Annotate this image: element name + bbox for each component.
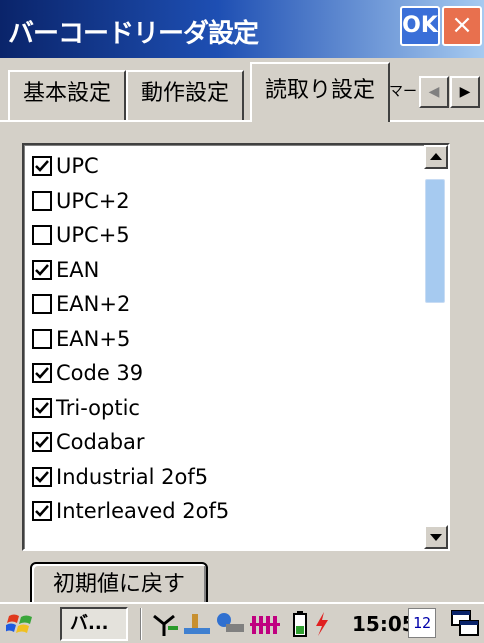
tab-operation-settings[interactable]: 動作設定 [126,70,244,120]
tray-separator [140,608,142,640]
tab-scroll-control: マー ◀ ▶ [389,72,483,112]
list-item[interactable]: UPC+5 [32,218,130,252]
sync-icon[interactable] [214,610,246,638]
list-item-label: EAN [56,257,100,282]
list-item[interactable]: EAN+2 [32,287,130,321]
window-switch-icon[interactable] [450,608,480,638]
ok-button[interactable]: OK [400,6,440,46]
close-button[interactable]: × [442,6,482,46]
tab-basic-settings[interactable]: 基本設定 [8,70,126,120]
network-icon[interactable] [182,610,212,638]
list-item-label: EAN+5 [56,326,131,351]
window-title: バーコードリーダ設定 [8,19,259,49]
title-bar: バーコードリーダ設定 OK × [0,0,484,58]
checkbox-checked[interactable] [32,501,52,521]
checkbox-unchecked[interactable] [32,294,52,314]
taskbar: バ... 15:05 12 [0,602,484,643]
symbology-list[interactable]: UPC UPC+2 UPC+5 EAN EAN+2 EAN+5 Code 39 Tri-opt… [22,143,450,551]
list-item[interactable]: EAN+5 [32,322,130,356]
antenna-icon[interactable] [150,610,180,638]
list-item-label: EAN+2 [56,292,131,316]
list-item[interactable]: Tri-optic [32,391,140,425]
scroll-down-icon[interactable] [424,525,448,549]
list-item-label: Codabar [56,430,145,454]
scroll-up-icon[interactable] [424,145,448,169]
list-item-label: Code 39 [56,361,144,385]
clock[interactable]: 15:05 [352,612,416,636]
task-button-barcode[interactable]: バ... [60,607,128,641]
list-item[interactable]: EAN [32,253,99,287]
tab-scroll-right-icon[interactable]: ▶ [450,76,480,108]
checkbox-checked[interactable] [32,466,52,487]
list-item[interactable]: Code 39 [32,356,143,390]
windows-start-icon[interactable] [6,608,36,638]
signal-bars-icon[interactable] [250,610,284,638]
checkbox-checked[interactable] [32,432,52,452]
checkbox-checked[interactable] [32,259,52,280]
tab-strip: 基本設定 動作設定 読取り設定 マー ◀ ▶ [0,58,484,122]
tab-read-settings[interactable]: 読取り設定 [250,62,390,122]
panel-divider [0,120,484,122]
tab-scroll-left-icon[interactable]: ◀ [419,76,449,108]
checkbox-checked[interactable] [32,363,52,383]
list-item[interactable]: Industrial 2of5 [32,460,208,494]
checkbox-unchecked[interactable] [32,328,52,349]
tab-overflow-peek[interactable]: マー [389,72,417,112]
list-item[interactable]: Codabar [32,425,145,459]
checkbox-checked[interactable] [32,397,52,418]
checkbox-unchecked[interactable] [32,190,52,211]
list-item-label: Tri-optic [56,395,140,420]
calendar-icon[interactable]: 12 [408,608,436,638]
scroll-thumb[interactable] [425,179,445,303]
checkbox-unchecked[interactable] [32,225,52,245]
list-item-label: UPC+5 [56,223,130,247]
checkbox-checked[interactable] [32,156,52,176]
list-scrollbar[interactable] [424,145,448,549]
list-item-label: Interleaved 2of5 [56,499,230,523]
battery-icon[interactable] [290,610,312,638]
charging-bolt-icon[interactable] [312,610,332,638]
list-item[interactable]: UPC+2 [32,184,130,218]
list-item[interactable]: UPC [32,149,99,183]
list-item-label: Industrial 2of5 [56,464,209,489]
list-item-label: UPC+2 [56,188,130,213]
list-item-label: UPC [56,154,99,178]
list-item[interactable]: Interleaved 2of5 [32,494,229,528]
